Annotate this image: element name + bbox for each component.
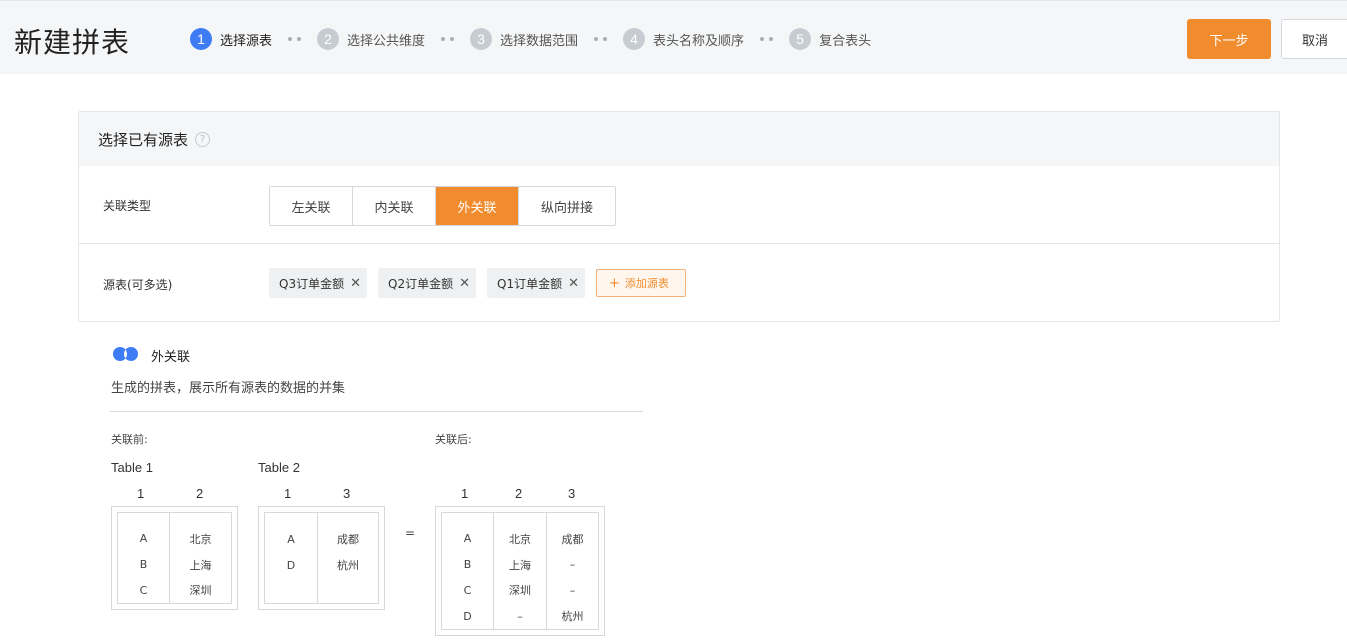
table-cell: 北京 [509, 532, 531, 546]
step-3[interactable]: 3 选择数据范围 [470, 28, 578, 50]
source-label: 源表(可多选) [103, 278, 173, 292]
table-cell: D [463, 609, 472, 623]
step-5[interactable]: 5 复合表头 [789, 28, 871, 50]
table-cell: B [139, 558, 148, 571]
join-option-left[interactable]: 左关联 [270, 187, 353, 225]
step-number: 5 [789, 28, 812, 50]
table-cell: – [569, 558, 576, 572]
result-col-header: 3 [568, 486, 576, 501]
step-label: 选择数据范围 [500, 33, 579, 49]
page-header: 新建拼表 1 选择源表 2 选择公共维度 3 选择数据范围 4 表头名称及顺序 … [0, 0, 1347, 74]
join-type-selector: 左关联 内关联 外关联 纵向拼接 [269, 186, 616, 226]
join-type-label: 关联类型 [103, 199, 152, 213]
table-cell: 上海 [189, 558, 212, 572]
close-icon[interactable]: ✕ [350, 276, 361, 291]
plus-icon: + [609, 275, 620, 291]
table-cell: 杭州 [561, 610, 584, 624]
step-separator [441, 37, 455, 41]
source-tag: Q2订单金额 ✕ [378, 268, 476, 298]
table-cell: A [287, 532, 295, 546]
step-2[interactable]: 2 选择公共维度 [317, 28, 425, 50]
table2-col-header: 1 [284, 486, 292, 501]
join-type-row: 关联类型 左关联 内关联 外关联 纵向拼接 [79, 166, 1279, 244]
join-explain-title: 外关联 [151, 350, 191, 365]
table-cell: 成都 [561, 532, 584, 546]
help-icon[interactable]: ? [195, 131, 211, 147]
add-source-label: 添加源表 [624, 277, 669, 290]
source-row: 源表(可多选) Q3订单金额 ✕ Q2订单金额 ✕ Q1订单金额 ✕ + 添加源… [79, 244, 1279, 322]
step-number: 2 [317, 28, 340, 50]
venn-icon [113, 347, 138, 361]
source-table-card: 选择已有源表 ? 关联类型 左关联 内关联 外关联 纵向拼接 源表(可多选) Q… [78, 111, 1280, 322]
step-4[interactable]: 4 表头名称及顺序 [623, 28, 744, 50]
card-header: 选择已有源表 ? [79, 112, 1279, 166]
table-cell: D [286, 558, 296, 572]
source-tags: Q3订单金额 ✕ Q2订单金额 ✕ Q1订单金额 ✕ + 添加源表 [269, 268, 686, 298]
close-icon[interactable]: ✕ [459, 276, 470, 291]
step-separator [288, 37, 302, 41]
table2-col-header: 3 [343, 486, 351, 501]
table-cell: 深圳 [189, 584, 212, 598]
source-tag-label: Q2订单金额 [388, 276, 454, 291]
step-number: 1 [190, 28, 212, 50]
source-tag: Q3订单金额 ✕ [269, 268, 367, 298]
source-tag-label: Q1订单金额 [497, 276, 563, 291]
step-label: 选择公共维度 [347, 33, 426, 49]
next-button[interactable]: 下一步 [1187, 19, 1271, 59]
join-option-outer[interactable]: 外关联 [436, 187, 519, 225]
add-source-button[interactable]: + 添加源表 [596, 269, 686, 297]
before-label: 关联前: [111, 433, 148, 446]
table-cell: 杭州 [337, 559, 359, 572]
equals-sign: = [405, 526, 416, 540]
card-title: 选择已有源表 [98, 130, 189, 149]
step-separator [594, 37, 608, 41]
page-title: 新建拼表 [14, 26, 131, 59]
step-label: 选择源表 [220, 33, 273, 49]
result-table: A B C D 北京 上海 深圳 – 成都 – – 杭州 [435, 506, 605, 636]
divider [110, 411, 643, 412]
source-tag: Q1订单金额 ✕ [487, 268, 585, 298]
table2: A D 成都 杭州 [258, 506, 385, 610]
step-number: 4 [623, 28, 646, 50]
table1-col-header: 2 [196, 486, 204, 501]
step-label: 表头名称及顺序 [653, 33, 745, 49]
join-option-vertical[interactable]: 纵向拼接 [519, 187, 615, 225]
table-cell: A [139, 532, 148, 546]
table-cell: 深圳 [509, 584, 531, 598]
step-label: 复合表头 [819, 33, 872, 49]
cancel-button[interactable]: 取消 [1281, 19, 1347, 59]
table-cell: – [517, 609, 523, 623]
table-cell: C [139, 583, 148, 597]
table-cell: C [463, 583, 472, 597]
join-explain-desc: 生成的拼表，展示所有源表的数据的并集 [111, 381, 346, 396]
stepper: 1 选择源表 2 选择公共维度 3 选择数据范围 4 表头名称及顺序 5 复合表… [190, 28, 871, 50]
table-cell: 成都 [337, 533, 359, 546]
source-tag-label: Q3订单金额 [279, 276, 345, 291]
result-col-header: 1 [461, 486, 469, 501]
table-cell: A [463, 532, 472, 546]
table-cell: – [569, 583, 576, 597]
step-separator [760, 37, 774, 41]
join-option-inner[interactable]: 内关联 [353, 187, 436, 225]
table-cell: B [463, 558, 472, 572]
table1: A B C 北京 上海 深圳 [111, 506, 238, 610]
close-icon[interactable]: ✕ [568, 276, 579, 291]
step-1[interactable]: 1 选择源表 [190, 28, 272, 50]
step-number: 3 [470, 28, 493, 50]
after-label: 关联后: [435, 433, 472, 446]
table1-col-header: 1 [137, 486, 145, 501]
table2-name: Table 2 [258, 460, 300, 475]
result-col-header: 2 [515, 486, 523, 501]
table-cell: 北京 [189, 532, 212, 546]
table-cell: 上海 [509, 558, 531, 572]
table1-name: Table 1 [111, 460, 153, 475]
